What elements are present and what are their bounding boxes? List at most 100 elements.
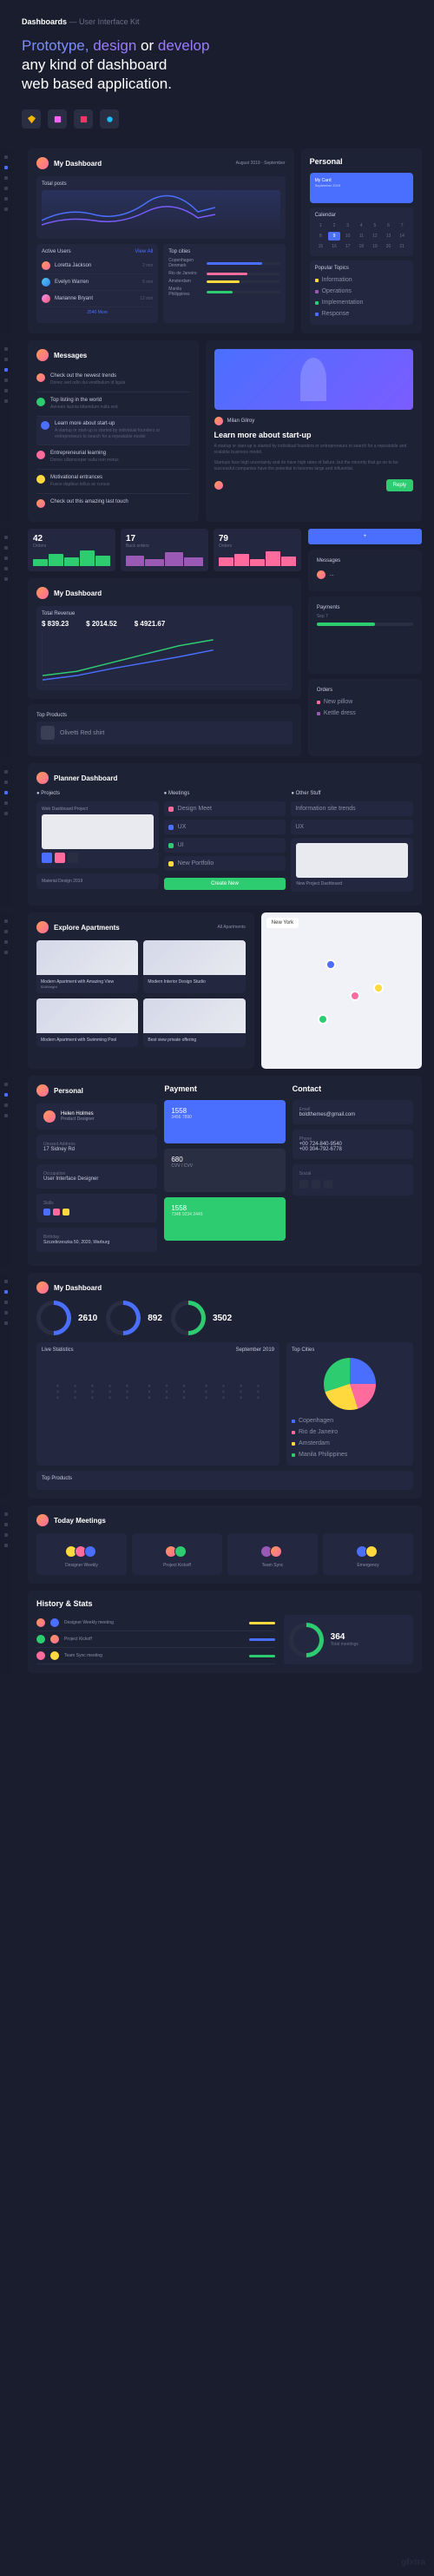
calendar-label: Calendar <box>315 213 408 218</box>
article-body-2: Startups face high uncertainty and do ha… <box>214 460 413 472</box>
stat-value: 79 <box>219 534 296 544</box>
user-avatar[interactable] <box>36 1084 49 1097</box>
other-item[interactable]: Information site trends <box>291 801 413 816</box>
messages-label: Messages <box>317 558 413 563</box>
field-label: Skills <box>43 1201 150 1206</box>
history-row[interactable]: Team Sync meeting <box>36 1648 275 1664</box>
action-button[interactable]: + <box>308 529 422 544</box>
user-row[interactable]: Evelyn Warren5 min <box>42 274 153 291</box>
meeting-card[interactable]: Emergency <box>323 1533 413 1575</box>
user-row[interactable]: Marianne Bryant12 min <box>42 291 153 307</box>
revenue-chart <box>42 633 287 685</box>
social-icon[interactable] <box>312 1180 320 1189</box>
pie-chart <box>324 1358 376 1410</box>
meeting-card[interactable]: Designer Weekly <box>36 1533 127 1575</box>
history-row[interactable]: Project Kickoff <box>36 1631 275 1648</box>
donut-chart <box>289 1623 324 1657</box>
world-map[interactable]: ⋮⋮⋮⋮⋮ ⋮⋮⋮ ⋮⋮⋮⋮ <box>42 1356 274 1426</box>
meeting-card[interactable]: Project Kickoff <box>132 1533 222 1575</box>
meeting-card[interactable]: Team Sync <box>227 1533 318 1575</box>
invision-icon[interactable] <box>74 109 93 128</box>
apartment-card[interactable]: Modern Interior Design Studio <box>143 940 245 993</box>
sketch-icon[interactable] <box>22 109 41 128</box>
payment-card[interactable]: 15583456 7890 <box>164 1100 285 1143</box>
contact-label: Contact <box>293 1084 413 1093</box>
personal-title: Personal <box>310 157 413 166</box>
other-label: Other Stuff <box>296 791 321 796</box>
order-item[interactable]: Kettle dress <box>317 708 413 719</box>
topics-label: Popular Topics <box>315 266 408 271</box>
map[interactable]: New York <box>261 912 422 1069</box>
apartment-card[interactable]: Best view private offering <box>143 998 245 1047</box>
user-avatar[interactable] <box>36 921 49 933</box>
history-title: History & Stats <box>36 1599 413 1608</box>
other-item[interactable]: UX <box>291 820 413 834</box>
donut-chart <box>171 1301 206 1335</box>
calendar-grid[interactable]: 1234567 891011121314 15161718192021 <box>315 221 408 251</box>
product-row[interactable]: Olivetti Red shirt <box>36 721 293 744</box>
user-avatar[interactable] <box>36 772 49 784</box>
message-item[interactable]: Check out this amazing last touch <box>36 494 190 513</box>
topic-item[interactable]: Response <box>315 308 408 320</box>
date-range[interactable]: August 2019 - September <box>236 161 286 166</box>
create-new-button[interactable]: Create New <box>164 878 286 890</box>
message-item[interactable]: Learn more about start-upA startup or st… <box>36 417 190 445</box>
map-pin[interactable] <box>373 983 384 993</box>
order-item[interactable]: New pillow <box>317 696 413 708</box>
apartment-card[interactable]: Modern Apartment with Swimming Pool <box>36 998 138 1047</box>
user-avatar[interactable] <box>36 1281 49 1294</box>
history-row[interactable]: Designer Weekly meeting <box>36 1615 275 1631</box>
dashboard-title: My Dashboard <box>54 1284 102 1292</box>
project-card[interactable]: Web Dashboard Project <box>36 801 159 868</box>
project-card[interactable]: Material Design 2019 <box>36 873 159 889</box>
meeting-item[interactable]: New Portfolio <box>164 856 286 871</box>
messages-title: Messages <box>54 352 87 359</box>
message-item[interactable]: Entrepreneurial learningDonec ullamcorpe… <box>36 445 190 470</box>
user-avatar[interactable] <box>36 157 49 169</box>
author-avatar[interactable] <box>214 417 223 425</box>
meeting-item[interactable]: UX <box>164 820 286 834</box>
all-apartments-link[interactable]: All Apartments <box>218 925 246 930</box>
payments-label: Payments <box>317 605 413 610</box>
map-pin[interactable] <box>318 1014 328 1024</box>
reply-button[interactable]: Reply <box>386 479 413 491</box>
meeting-item[interactable]: UI <box>164 838 286 853</box>
apartment-card[interactable]: Modern Apartment with Amazing View$180/n… <box>36 940 138 993</box>
top-products-label: Top Products <box>36 713 293 718</box>
live-stats-label: Live Statistics September 2019 <box>42 1347 274 1353</box>
message-item[interactable]: Check out the newest trendsDonec sed odi… <box>36 368 190 392</box>
topic-item[interactable]: Information <box>315 274 408 286</box>
project-card[interactable]: New Project Dashboard <box>291 838 413 892</box>
social-icon[interactable] <box>299 1180 308 1189</box>
revenue-value: $ 2014.52 <box>86 620 117 628</box>
social-icon[interactable] <box>324 1180 332 1189</box>
cvv-card: 680CVV / CVV <box>164 1149 285 1192</box>
dashboard-title: My Dashboard <box>54 590 102 597</box>
user-avatar[interactable] <box>36 1514 49 1526</box>
user-avatar[interactable] <box>36 587 49 599</box>
map-pin[interactable] <box>350 991 360 1001</box>
field-label: Social <box>299 1171 406 1176</box>
user-row[interactable]: Loretta Jackson2 min <box>42 258 153 274</box>
message-item[interactable]: Motivational entrancesFusce dapibus tell… <box>36 470 190 494</box>
donut-chart <box>106 1301 141 1335</box>
planner-title: Planner Dashboard <box>54 774 117 782</box>
user-avatar[interactable] <box>36 349 49 361</box>
xd-icon[interactable] <box>48 109 67 128</box>
revenue-value: $ 839.23 <box>42 620 69 628</box>
figma-icon[interactable] <box>100 109 119 128</box>
dashboard-title: My Dashboard <box>54 160 102 168</box>
page-title: Dashboards — User Interface Kit <box>22 17 412 26</box>
explore-title: Explore Apartments <box>54 924 120 932</box>
topic-item[interactable]: Implementation <box>315 297 408 308</box>
message-item[interactable]: Top listing in the worldAenean lacinia b… <box>36 392 190 417</box>
hero-text: Prototype, design or develop any kind of… <box>22 36 412 94</box>
donut-chart <box>36 1301 71 1335</box>
see-more-link[interactable]: 2540 More <box>42 307 153 318</box>
topic-item[interactable]: Operations <box>315 286 408 297</box>
map-pin[interactable] <box>326 959 336 970</box>
meeting-item[interactable]: Design Meet <box>164 801 286 816</box>
message-row[interactable]: ... <box>317 567 413 583</box>
top-cities-label: Top cities <box>168 249 279 254</box>
payment-card[interactable]: 15587348 9234 2445 <box>164 1197 285 1241</box>
